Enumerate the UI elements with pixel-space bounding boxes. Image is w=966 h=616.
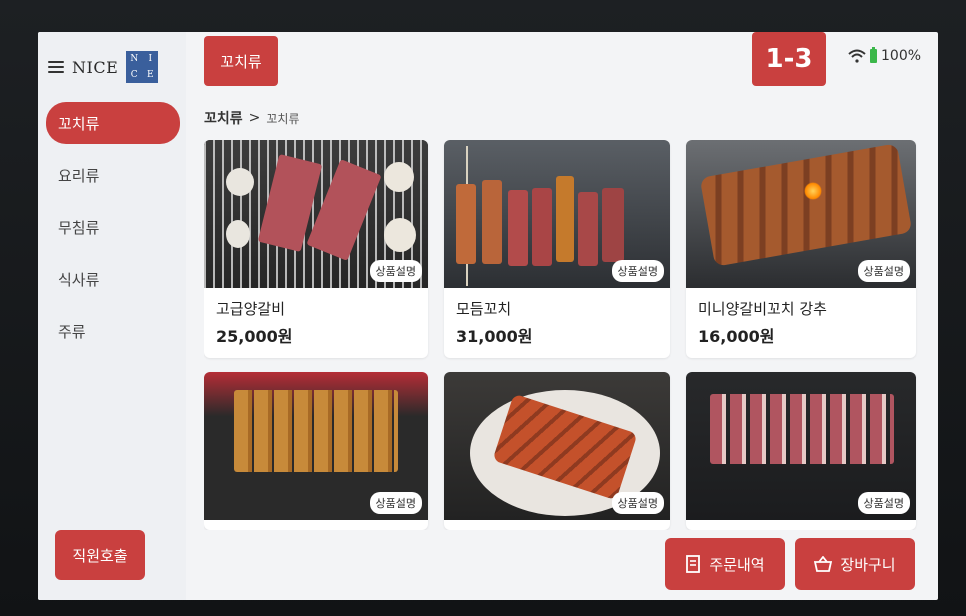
product-card[interactable]: 상품설명 고급양갈비 25,000원: [204, 140, 428, 358]
order-history-button[interactable]: 주문내역: [665, 538, 785, 590]
brand-logo: NI CE: [126, 51, 159, 83]
product-price: 25,000원: [216, 327, 293, 346]
product-image: 상품설명: [444, 140, 670, 288]
staff-call-button[interactable]: 직원호출: [55, 530, 145, 580]
brand-name: NICE: [72, 57, 119, 77]
product-image: 상품설명: [444, 371, 670, 520]
product-description-button[interactable]: 상품설명: [369, 260, 422, 282]
battery-icon: [870, 47, 877, 63]
product-image: 상품설명: [204, 140, 428, 288]
hamburger-menu-icon[interactable]: [48, 61, 64, 73]
battery-level: 100%: [881, 48, 922, 64]
status-bar: 100%: [848, 47, 922, 64]
product-card[interactable]: 상품설명: [444, 371, 670, 530]
brand: NICE NI CE: [48, 50, 159, 84]
product-description-button[interactable]: 상품설명: [611, 260, 664, 282]
category-tab[interactable]: 꼬치류: [204, 36, 278, 86]
product-card[interactable]: 상품설명: [686, 371, 916, 530]
product-card[interactable]: 상품설명: [204, 371, 428, 530]
sidebar-item-drinks[interactable]: 주류: [46, 310, 180, 352]
product-price: 31,000원: [456, 327, 533, 346]
product-name: 모듬꼬치: [456, 300, 512, 318]
product-description-button[interactable]: 상품설명: [369, 491, 422, 514]
product-card[interactable]: 상품설명 모듬꼬치 31,000원: [444, 140, 670, 358]
product-image: 상품설명: [204, 371, 428, 520]
category-menu: 꼬치류 요리류 무침류 식사류 주류: [46, 102, 180, 362]
product-name: 미니양갈비꼬치 강추: [698, 300, 827, 318]
wifi-icon: [848, 49, 866, 63]
product-name: 고급양갈비: [216, 300, 286, 318]
table-number: 1-3: [752, 32, 826, 86]
sidebar-item-skewers[interactable]: 꼬치류: [46, 102, 180, 144]
product-description-button[interactable]: 상품설명: [857, 491, 910, 514]
product-price: 16,000원: [698, 327, 775, 346]
breadcrumb-root[interactable]: 꼬치류: [204, 108, 243, 128]
sidebar-item-salads[interactable]: 무침류: [46, 206, 180, 248]
product-image: 상품설명: [686, 371, 916, 520]
cart-label: 장바구니: [840, 555, 896, 574]
breadcrumb-current: 꼬치류: [266, 111, 300, 126]
product-grid: 상품설명 고급양갈비 25,000원 상품설명 모듬꼬치 31,000원 상품설…: [204, 140, 920, 530]
breadcrumb: 꼬치류 > 꼬치류: [204, 108, 300, 128]
order-history-label: 주문내역: [709, 555, 765, 574]
sidebar-item-meals[interactable]: 식사류: [46, 258, 180, 300]
product-image: 상품설명: [686, 140, 916, 288]
breadcrumb-separator: >: [248, 110, 261, 126]
sidebar: NICE NI CE 꼬치류 요리류 무침류 식사류 주류: [38, 32, 186, 600]
basket-icon: [814, 556, 833, 572]
product-card[interactable]: 상품설명 미니양갈비꼬치 강추 16,000원: [686, 140, 916, 358]
receipt-icon: [686, 555, 701, 573]
sidebar-item-dishes[interactable]: 요리류: [46, 154, 180, 196]
cart-button[interactable]: 장바구니: [795, 538, 915, 590]
product-description-button[interactable]: 상품설명: [857, 260, 910, 282]
product-description-button[interactable]: 상품설명: [611, 491, 664, 514]
kiosk-screen: NICE NI CE 꼬치류 요리류 무침류 식사류 주류 직원호출 꼬치류 1…: [38, 32, 938, 600]
